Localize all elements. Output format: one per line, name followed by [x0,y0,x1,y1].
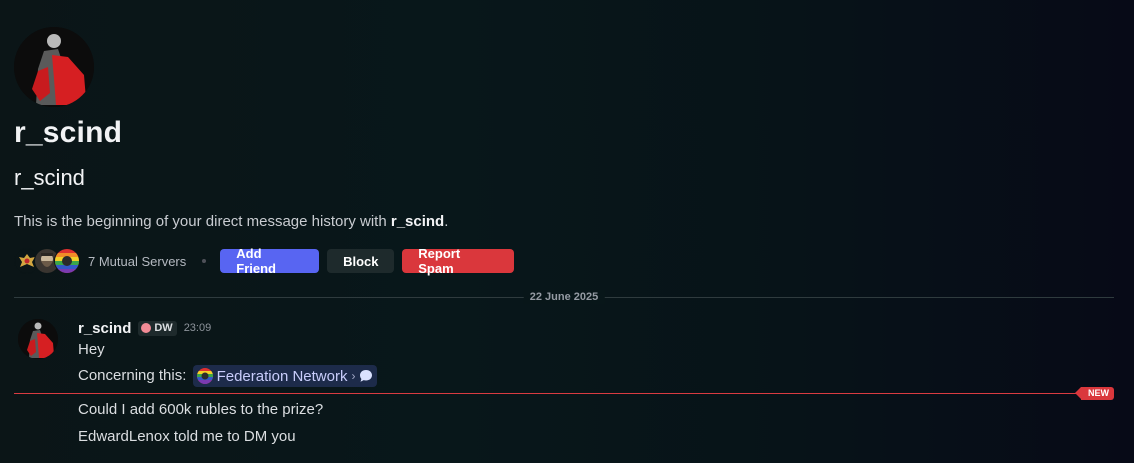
new-badge: NEW [1075,387,1114,400]
separator-dot [202,259,207,263]
message-header: r_scind DW 23:09 [78,319,211,337]
red-cloak-figure-avatar-small [18,319,58,359]
message-line-hey: Hey [78,341,105,358]
dm-intro-text: This is the beginning of your direct mes… [14,213,448,230]
server-tag-label: DW [154,322,173,334]
concerning-text: Concerning this: [78,366,187,384]
chevron-right-icon: › [351,369,356,383]
red-cloak-figure-avatar [14,27,94,107]
rainbow-crest-icon [54,248,80,274]
message-line-concerning: Concerning this: Federation Network › [78,365,378,387]
speech-bubble-icon [360,370,373,382]
add-friend-button[interactable]: Add Friend [220,246,320,276]
message-line-rubles: Could I add 600k rubles to the prize? [78,401,324,418]
message-line-edward: EdwardLenox told me to DM you [78,428,296,445]
date-divider: 22 June 2025 [14,290,1114,304]
intro-suffix: . [444,213,449,230]
message-author-name[interactable]: r_scind [78,320,131,337]
message-author-avatar[interactable] [18,319,58,359]
server-tag[interactable]: DW [138,320,177,336]
message-timestamp[interactable]: 23:09 [184,322,212,334]
mutual-server-icons[interactable] [14,248,80,274]
date-divider-label: 22 June 2025 [523,290,605,304]
profile-actions: 7 Mutual Servers Add Friend Block Report… [14,246,522,276]
profile-username: r_scind [14,165,85,190]
federation-network-icon [196,368,213,384]
profile-display-name: r_scind [14,116,123,149]
mutual-servers-link[interactable]: 7 Mutual Servers [88,254,186,269]
intro-username: r_scind [390,213,445,230]
report-spam-button[interactable]: Report Spam [402,246,515,276]
channel-mention-chip[interactable]: Federation Network › [192,365,378,387]
chip-server-name: Federation Network [216,367,348,385]
profile-avatar[interactable] [14,27,94,107]
block-button[interactable]: Block [327,249,395,273]
intro-prefix: This is the beginning of your direct mes… [14,213,391,230]
new-messages-divider: NEW [14,387,1114,400]
pig-face-icon [141,323,152,333]
